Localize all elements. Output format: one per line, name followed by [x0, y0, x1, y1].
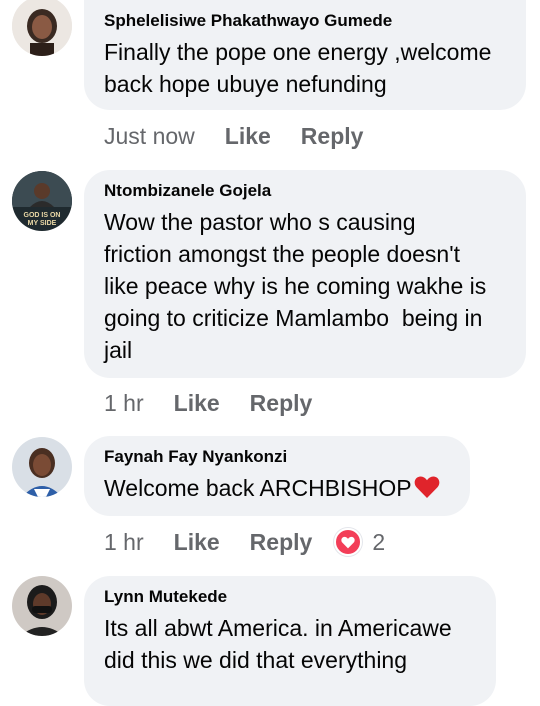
comment-line: going to criticize Mamlambo being in	[104, 305, 483, 331]
profile-photo-icon	[12, 437, 72, 497]
like-button[interactable]: Like	[174, 529, 220, 556]
comment-actions: 1 hr Like Reply 2	[104, 527, 385, 557]
comment-line: did this we did that everything	[104, 647, 408, 673]
reaction-count: 2	[372, 528, 386, 555]
comment-time[interactable]: 1 hr	[104, 529, 144, 556]
comment-bubble: Faynah Fay Nyankonzi Welcome back ARCHBI…	[84, 436, 470, 516]
comment-line: like peace why is he coming wakhe is	[104, 273, 487, 299]
comment-line: back hope ubuye nefunding	[104, 71, 387, 97]
reaction-summary[interactable]: 2	[334, 528, 385, 556]
avatar[interactable]: GOD IS ON MY SIDE	[12, 171, 72, 231]
comment-author[interactable]: Lynn Mutekede	[104, 586, 476, 608]
comment-text: Welcome back ARCHBISHOP	[104, 472, 450, 507]
comment-bubble: Lynn Mutekede Its all abwt America. in A…	[84, 576, 496, 706]
profile-photo-icon: GOD IS ON MY SIDE	[12, 171, 72, 231]
profile-photo-icon	[12, 0, 72, 56]
avatar[interactable]	[12, 437, 72, 497]
comment-actions: Just now Like Reply	[104, 121, 393, 151]
svg-text:MY SIDE: MY SIDE	[28, 220, 57, 227]
svg-text:GOD IS ON: GOD IS ON	[24, 212, 61, 219]
comment-line: Wow the pastor who s causing	[104, 209, 416, 235]
comment-author[interactable]: Sphelelisiwe Phakathwayo Gumede	[104, 10, 506, 32]
like-button[interactable]: Like	[225, 123, 271, 150]
comment-bubble: Ntombizanele Gojela Wow the pastor who s…	[84, 170, 526, 378]
reply-button[interactable]: Reply	[301, 123, 364, 150]
comment-line: Welcome back ARCHBISHOP	[104, 475, 412, 501]
love-reaction-icon	[334, 528, 363, 556]
comment-line: Finally the pope one energy ,welcome	[104, 39, 492, 65]
comment-text: Finally the pope one energy ,welcome bac…	[104, 36, 506, 100]
reply-button[interactable]: Reply	[250, 529, 313, 556]
comment-bubble: Sphelelisiwe Phakathwayo Gumede Finally …	[84, 0, 526, 110]
avatar[interactable]	[12, 0, 72, 56]
comment-author[interactable]: Ntombizanele Gojela	[104, 180, 506, 202]
comment-line: Its all abwt America. in Americawe	[104, 615, 452, 641]
comment-text: Wow the pastor who s causing friction am…	[104, 206, 506, 366]
red-heart-icon	[414, 475, 440, 507]
reply-button[interactable]: Reply	[250, 390, 313, 417]
comment-line: jail	[104, 337, 133, 363]
comment-author[interactable]: Faynah Fay Nyankonzi	[104, 446, 450, 468]
comment-actions: 1 hr Like Reply	[104, 388, 342, 418]
like-button[interactable]: Like	[174, 390, 220, 417]
comment-text: Its all abwt America. in Americawe did t…	[104, 612, 476, 676]
avatar[interactable]	[12, 576, 72, 636]
comment-time[interactable]: Just now	[104, 123, 195, 150]
comment-line: friction amongst the people doesn't	[104, 241, 461, 267]
profile-photo-icon	[12, 576, 72, 636]
comment-time[interactable]: 1 hr	[104, 390, 144, 417]
